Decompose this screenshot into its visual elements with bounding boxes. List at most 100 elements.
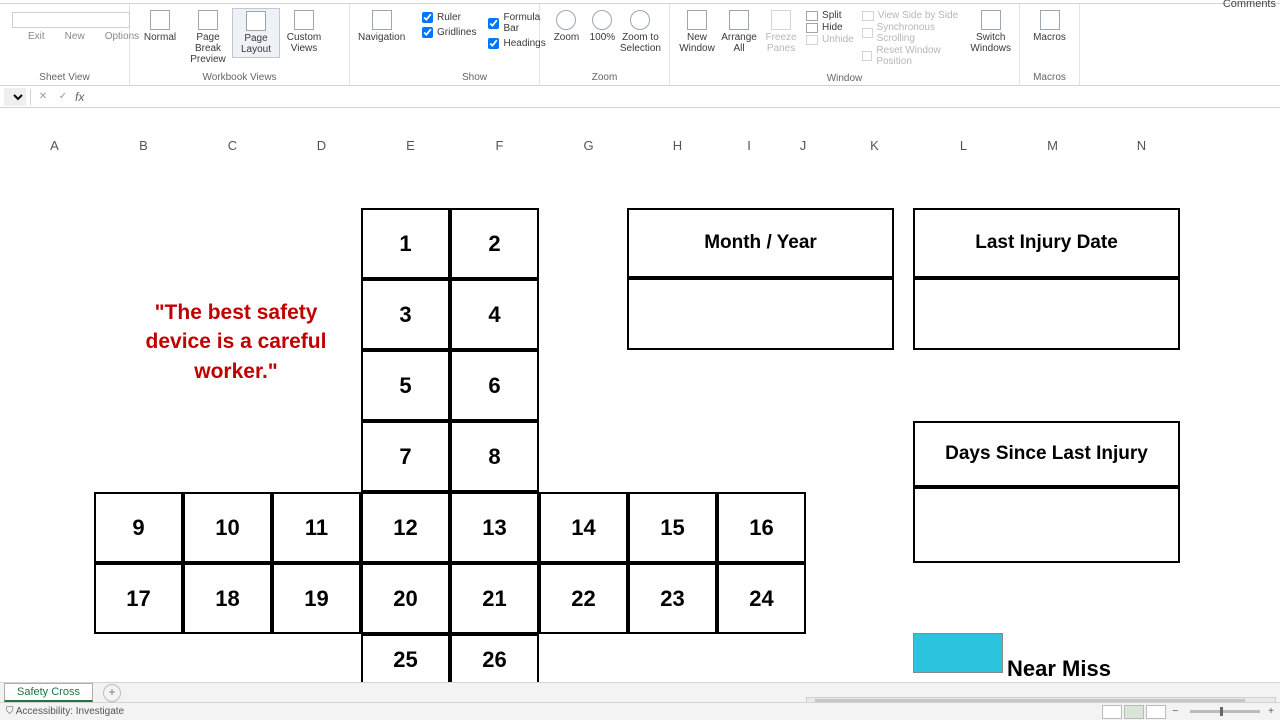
arrange-all-button[interactable]: Arrange All	[718, 8, 760, 56]
add-sheet-button[interactable]: +	[103, 684, 121, 702]
month-year-value[interactable]	[627, 278, 894, 350]
hide-icon	[806, 23, 818, 33]
switch-windows-button[interactable]: Switch Windows	[968, 8, 1013, 56]
page-break-view-icon[interactable]	[1146, 705, 1166, 719]
last-injury-value[interactable]	[913, 278, 1180, 350]
grid-icon	[150, 10, 170, 30]
cross-day-1[interactable]: 1	[361, 208, 450, 279]
column-header-B[interactable]: B	[99, 136, 188, 156]
column-header-A[interactable]: A	[10, 136, 99, 156]
zoom-100-button[interactable]: 100%	[587, 8, 618, 45]
freeze-icon	[771, 10, 791, 30]
cross-day-9[interactable]: 9	[94, 492, 183, 563]
column-header-N[interactable]: N	[1097, 136, 1186, 156]
cross-day-16[interactable]: 16	[717, 492, 806, 563]
column-header-K[interactable]: K	[830, 136, 919, 156]
days-since-value[interactable]	[913, 487, 1180, 563]
column-header-C[interactable]: C	[188, 136, 277, 156]
gridlines-checkbox[interactable]: Gridlines	[422, 27, 476, 38]
page-break-icon	[198, 10, 218, 30]
name-box-dropdown[interactable]	[4, 88, 26, 106]
ruler-checkbox[interactable]: Ruler	[422, 12, 476, 23]
zoom-button[interactable]: Zoom	[546, 8, 587, 45]
cross-day-6[interactable]: 6	[450, 350, 539, 421]
new-view-button[interactable]: New	[65, 31, 85, 42]
cross-day-5[interactable]: 5	[361, 350, 450, 421]
enter-icon[interactable]: ✓	[55, 89, 71, 105]
split-button[interactable]: Split	[806, 10, 854, 21]
cross-day-12[interactable]: 12	[361, 492, 450, 563]
cross-day-17[interactable]: 17	[94, 563, 183, 634]
month-year-label: Month / Year	[627, 208, 894, 278]
sheet-tab-safety-cross[interactable]: Safety Cross	[4, 683, 93, 702]
cancel-icon[interactable]: ✕	[35, 89, 51, 105]
column-header-L[interactable]: L	[919, 136, 1008, 156]
page-layout-button[interactable]: Page Layout	[232, 8, 280, 58]
cross-day-2[interactable]: 2	[450, 208, 539, 279]
cross-day-18[interactable]: 18	[183, 563, 272, 634]
cross-day-25[interactable]: 25	[361, 634, 450, 683]
freeze-panes-button[interactable]: Freeze Panes	[760, 8, 802, 56]
macros-button[interactable]: Macros	[1026, 8, 1073, 45]
cross-day-14[interactable]: 14	[539, 492, 628, 563]
reset-position-icon	[862, 51, 873, 61]
magnifier-icon	[556, 10, 576, 30]
cross-day-22[interactable]: 22	[539, 563, 628, 634]
macros-icon	[1040, 10, 1060, 30]
cross-day-23[interactable]: 23	[628, 563, 717, 634]
page-break-preview-button[interactable]: Page Break Preview	[184, 8, 232, 67]
legend-color-near-miss	[913, 633, 1003, 673]
cross-day-19[interactable]: 19	[272, 563, 361, 634]
formula-bar-checkbox[interactable]: Formula Bar	[488, 12, 545, 34]
zoom-slider[interactable]	[1190, 710, 1260, 713]
cross-day-13[interactable]: 13	[450, 492, 539, 563]
sync-scroll-button: Synchronous Scrolling	[862, 22, 965, 44]
column-header-G[interactable]: G	[544, 136, 633, 156]
page-layout-view-icon[interactable]	[1124, 705, 1144, 719]
magnifier-icon	[592, 10, 612, 30]
fx-icon[interactable]: fx	[75, 90, 84, 104]
column-header-M[interactable]: M	[1008, 136, 1097, 156]
cross-day-26[interactable]: 26	[450, 634, 539, 683]
sheet-view-selector[interactable]	[12, 12, 130, 28]
cross-day-20[interactable]: 20	[361, 563, 450, 634]
group-label	[350, 83, 410, 85]
cross-day-4[interactable]: 4	[450, 279, 539, 350]
cross-day-15[interactable]: 15	[628, 492, 717, 563]
headings-checkbox[interactable]: Headings	[488, 38, 545, 49]
cross-day-21[interactable]: 21	[450, 563, 539, 634]
column-headers[interactable]: ABCDEFGHIJKLMN	[0, 136, 1280, 156]
comments-button[interactable]: Comments	[1223, 0, 1276, 10]
formula-input[interactable]	[88, 88, 1276, 106]
column-header-H[interactable]: H	[633, 136, 722, 156]
hide-button[interactable]: Hide	[806, 22, 854, 33]
group-label: Zoom	[540, 72, 669, 85]
navigation-button[interactable]: Navigation	[356, 8, 407, 45]
cross-day-10[interactable]: 10	[183, 492, 272, 563]
cross-day-24[interactable]: 24	[717, 563, 806, 634]
exit-button[interactable]: Exit	[28, 31, 45, 42]
zoom-to-selection-button[interactable]: Zoom to Selection	[618, 8, 663, 56]
cross-day-3[interactable]: 3	[361, 279, 450, 350]
normal-view-button[interactable]: Normal	[136, 8, 184, 45]
column-header-J[interactable]: J	[776, 136, 830, 156]
worksheet-area[interactable]: ABCDEFGHIJKLMN "The best safety device i…	[0, 108, 1280, 683]
sync-scroll-icon	[862, 28, 873, 38]
legend-label-near-miss: Near Miss	[1007, 656, 1111, 682]
reset-window-position-button: Reset Window Position	[862, 45, 965, 67]
column-header-E[interactable]: E	[366, 136, 455, 156]
group-label: Show	[410, 72, 539, 85]
column-header-D[interactable]: D	[277, 136, 366, 156]
cross-day-8[interactable]: 8	[450, 421, 539, 492]
new-window-button[interactable]: New Window	[676, 8, 718, 56]
custom-views-button[interactable]: Custom Views	[280, 8, 328, 56]
list-icon	[89, 30, 101, 42]
accessibility-status[interactable]: ⛉ Accessibility: Investigate	[6, 706, 124, 717]
column-header-F[interactable]: F	[455, 136, 544, 156]
normal-view-icon[interactable]	[1102, 705, 1122, 719]
safety-quote: "The best safety device is a careful wor…	[120, 298, 352, 386]
cross-day-7[interactable]: 7	[361, 421, 450, 492]
column-header-I[interactable]: I	[722, 136, 776, 156]
cross-day-11[interactable]: 11	[272, 492, 361, 563]
status-bar: ⛉ Accessibility: Investigate − +	[0, 702, 1280, 720]
